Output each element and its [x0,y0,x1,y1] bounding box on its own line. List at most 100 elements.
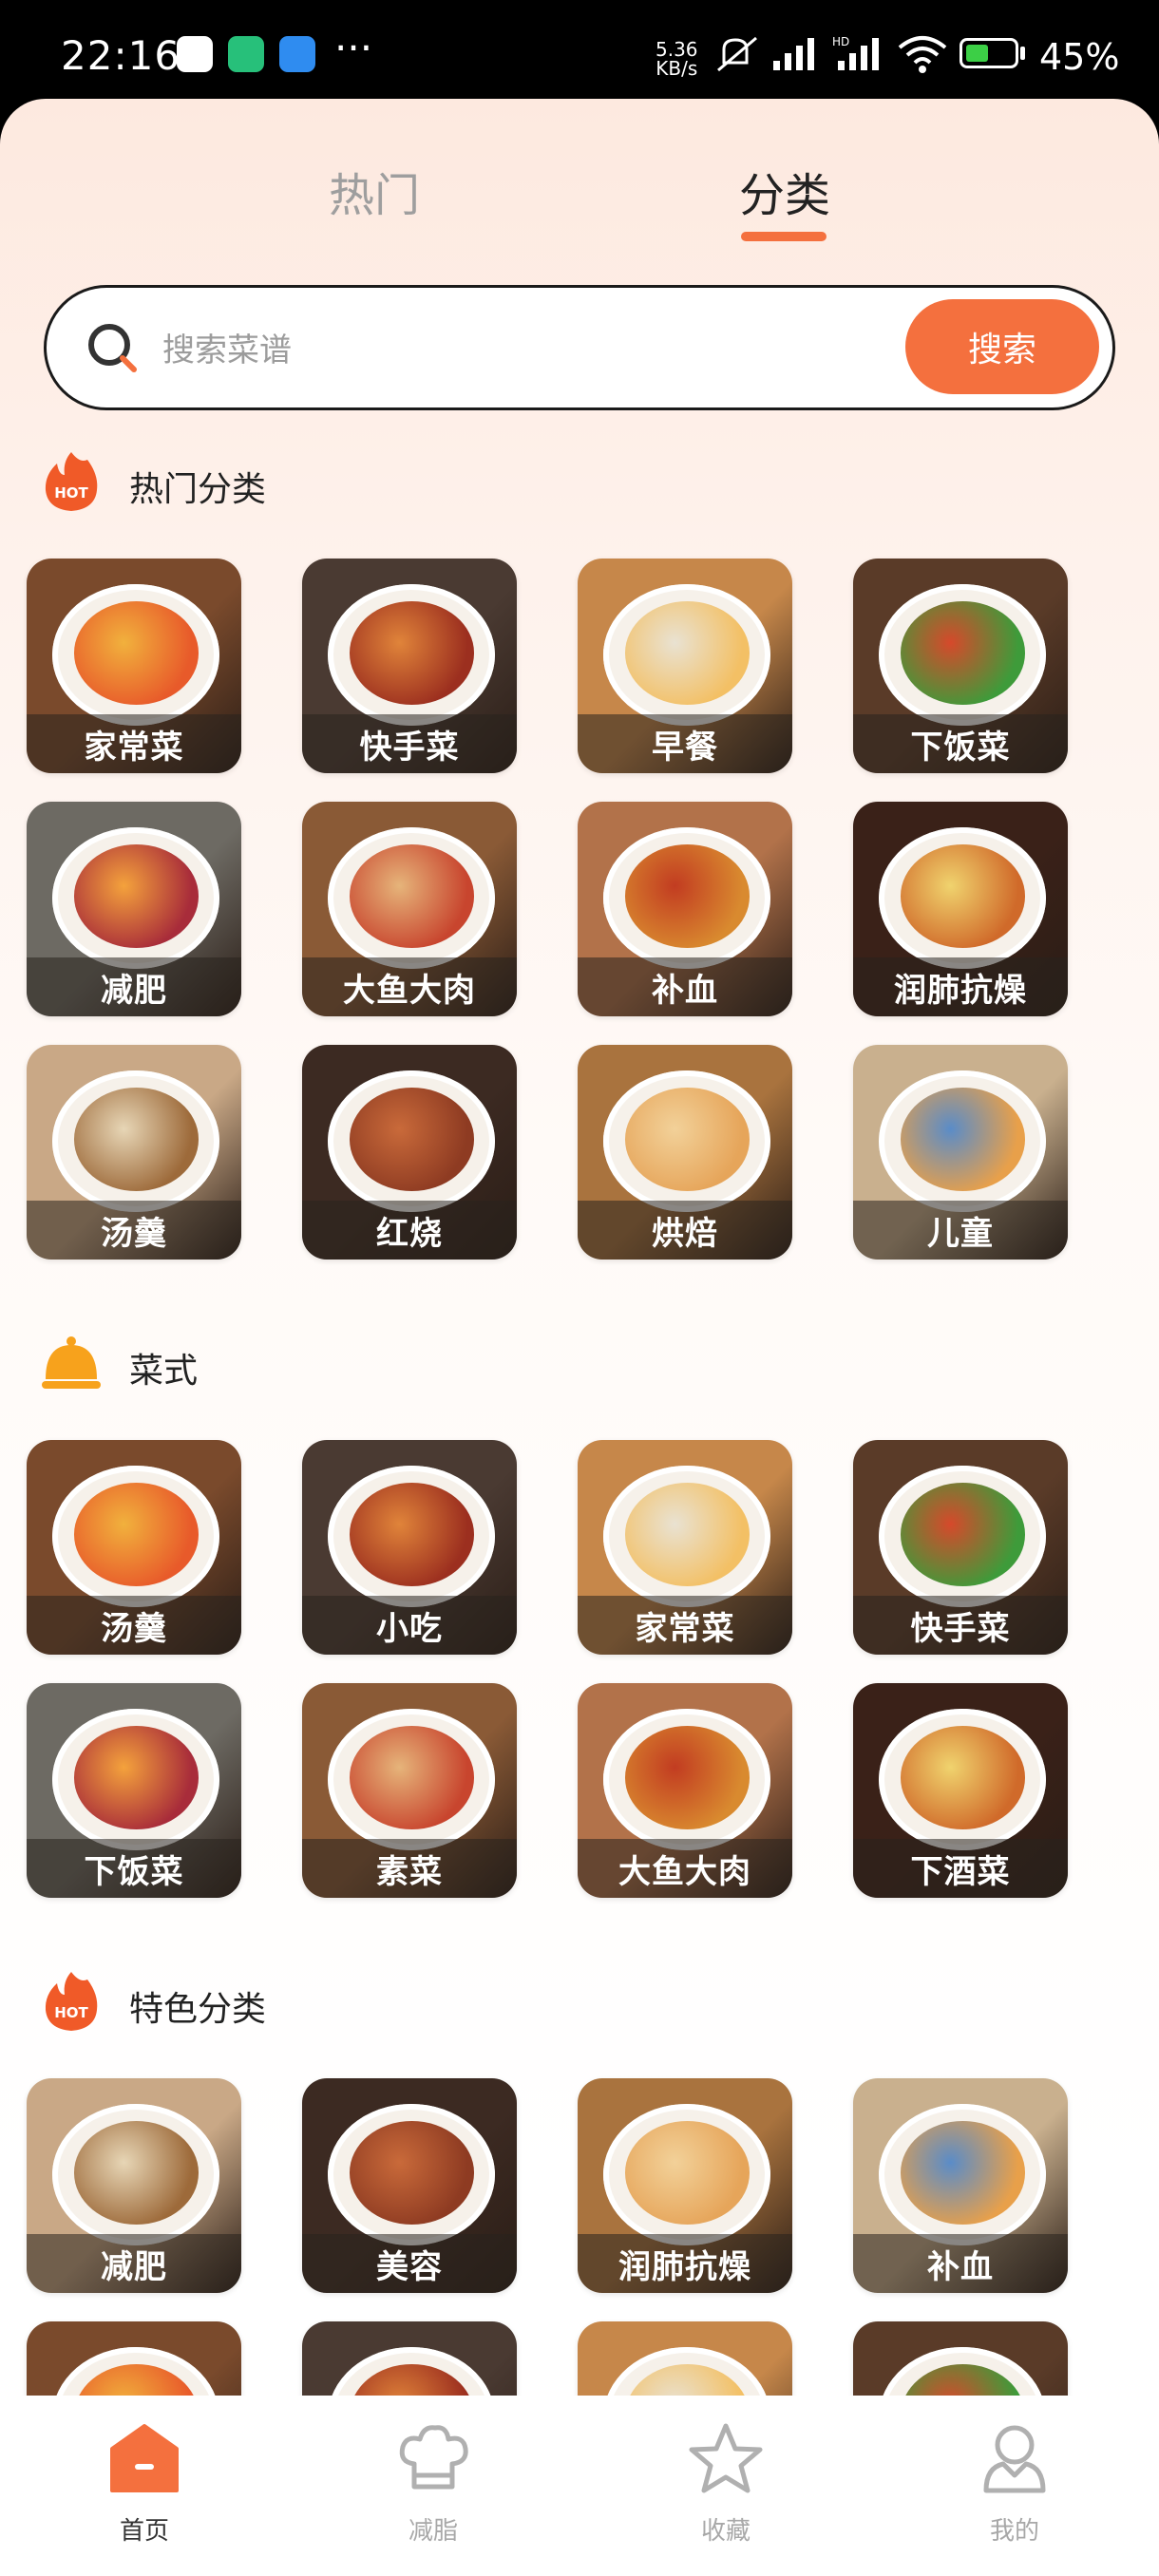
category-tile-dish-beauty[interactable]: 美容 [302,2078,517,2293]
active-tab-indicator [741,232,826,241]
category-tile-label: 早餐 [578,714,792,773]
category-tile-label: 家常菜 [27,714,241,773]
nav-diet[interactable]: 减脂 [357,2420,509,2547]
food-shape [73,844,199,948]
category-tile-dish-baking[interactable]: 烘焙 [578,1045,792,1260]
category-tile-label: 补血 [853,2234,1068,2293]
food-shape [900,1726,1025,1829]
category-tile-dish-kids[interactable]: 儿童 [853,1045,1068,1260]
qq-app-icon [177,36,213,72]
battery-icon [960,38,1018,68]
category-tile-dish-quick[interactable]: 快手菜 [302,559,517,773]
food-shape [624,1726,750,1829]
tab-category[interactable]: 分类 [739,158,830,224]
food-shape [349,2121,474,2225]
nav-favorites[interactable]: 收藏 [650,2420,802,2547]
category-tile-label: 汤羹 [27,1596,241,1655]
blue-app-icon [279,36,315,72]
svg-text:HOT: HOT [54,2004,88,2021]
category-tile-dish-rice-side[interactable]: 下饭菜 [853,559,1068,773]
category-tile-dish-fish-meat[interactable]: 大鱼大肉 [302,802,517,1016]
category-tile-dish-rice-side-2[interactable]: 下饭菜 [27,1683,241,1898]
food-shape [73,2121,199,2225]
category-tile-dish-braised[interactable]: 红烧 [302,1045,517,1260]
user-icon [983,2425,1046,2493]
category-tile-dish-home-style-2[interactable]: 家常菜 [578,1440,792,1655]
food-shape [624,844,750,948]
food-shape [624,1483,750,1586]
category-tile-dish-vegetarian[interactable]: 素菜 [302,1683,517,1898]
star-icon [689,2423,763,2493]
nav-profile[interactable]: 我的 [939,2420,1091,2547]
section-title: 菜式 [129,1352,199,1391]
category-tile-label: 减肥 [27,2234,241,2293]
status-time: 22:16 [61,32,181,79]
category-tile-dish-breakfast[interactable]: 早餐 [578,559,792,773]
category-tile-dish-soup[interactable]: 汤羹 [27,1045,241,1260]
category-tile-label: 素菜 [302,1839,517,1898]
category-tile-label: 美容 [302,2234,517,2293]
signal-1-icon [773,38,814,70]
category-tile-dish-home-style[interactable]: 家常菜 [27,559,241,773]
food-cloche-icon [42,1336,101,1389]
search-button[interactable]: 搜索 [905,299,1099,394]
status-bar: 22:16 ··· 5.36 KB/s HD 45% [0,0,1159,104]
category-tile-label: 润肺抗燥 [578,2234,792,2293]
food-shape [349,1726,474,1829]
food-shape [349,1088,474,1191]
category-tile-dish-lung-moisten[interactable]: 润肺抗燥 [853,802,1068,1016]
food-shape [73,1483,199,1586]
nav-favorites-label: 收藏 [700,2517,750,2546]
wifi-icon [898,36,947,73]
food-shape [73,1726,199,1829]
tab-hot[interactable]: 热门 [329,158,420,224]
category-tile-label: 烘焙 [578,1201,792,1260]
category-tile-dish-fish-meat-2[interactable]: 大鱼大肉 [578,1683,792,1898]
food-shape [900,2121,1025,2225]
category-tile-dish-snack[interactable]: 小吃 [302,1440,517,1655]
category-tile-dish-blood-tonic-2[interactable]: 补血 [853,2078,1068,2293]
search-bar: 搜索 [44,285,1115,410]
more-notifications-icon: ··· [334,25,373,71]
nav-home[interactable]: 首页 [68,2420,220,2547]
category-tile-dish-quick-2[interactable]: 快手菜 [853,1440,1068,1655]
category-tile-dish-drink-snack[interactable]: 下酒菜 [853,1683,1068,1898]
section-title: 特色分类 [129,1990,267,2029]
food-shape [624,1088,750,1191]
battery-percent: 45% [1039,36,1120,78]
food-shape [624,2121,750,2225]
category-tile-dish-diet[interactable]: 减肥 [27,802,241,1016]
category-tile-label: 补血 [578,957,792,1016]
search-input[interactable] [161,316,772,385]
category-tile-label: 润肺抗燥 [853,957,1068,1016]
home-icon [110,2424,179,2492]
category-tile-label: 儿童 [853,1201,1068,1260]
signal-hd-icon: HD [832,35,879,70]
food-shape [900,601,1025,705]
category-tile-dish-blood-tonic[interactable]: 补血 [578,802,792,1016]
section-title: 热门分类 [129,470,267,509]
category-tile-label: 快手菜 [302,714,517,773]
hot-flame-icon: HOT [45,1972,98,2031]
category-tile-label: 大鱼大肉 [578,1839,792,1898]
mute-icon [717,36,757,72]
food-shape [900,1088,1025,1191]
category-tile-label: 减肥 [27,957,241,1016]
svg-text:HOT: HOT [54,484,88,502]
category-tile-dish-soup-2[interactable]: 汤羹 [27,1440,241,1655]
battery-cap [1020,47,1025,60]
network-speed: 5.36 KB/s [656,40,698,78]
category-tile-label: 汤羹 [27,1201,241,1260]
food-shape [349,601,474,705]
food-shape [900,1483,1025,1586]
category-tile-label: 下酒菜 [853,1839,1068,1898]
search-icon [88,324,137,372]
food-shape [349,844,474,948]
category-tile-label: 快手菜 [853,1596,1068,1655]
category-tile-dish-diet-2[interactable]: 减肥 [27,2078,241,2293]
nav-diet-label: 减脂 [408,2517,458,2546]
category-tile-label: 下饭菜 [27,1839,241,1898]
food-shape [900,844,1025,948]
food-shape [624,601,750,705]
category-tile-dish-lung-moisten-2[interactable]: 润肺抗燥 [578,2078,792,2293]
